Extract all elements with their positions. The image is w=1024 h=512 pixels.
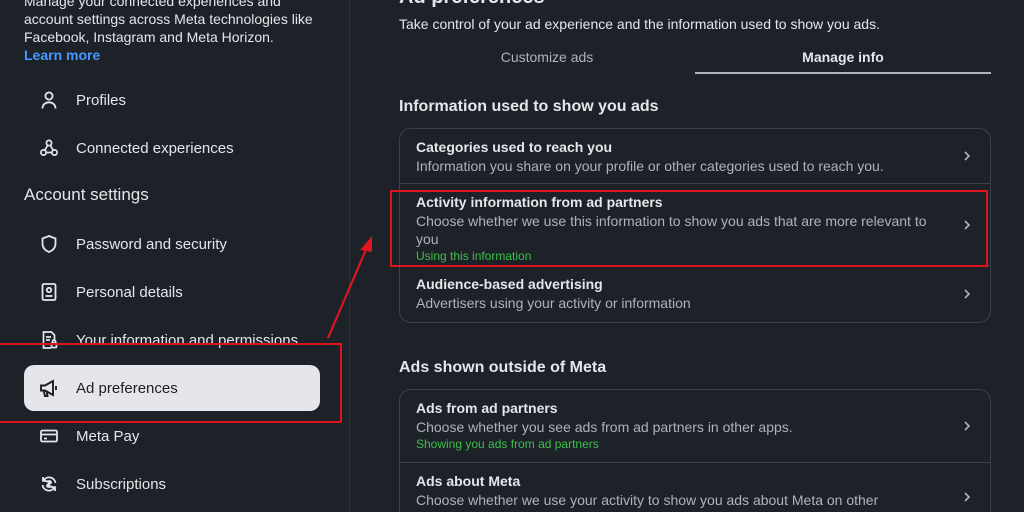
row-title: Audience-based advertising (416, 276, 603, 292)
sidebar-item-profiles[interactable]: Profiles (24, 77, 320, 123)
row-title: Ads about Meta (416, 473, 521, 489)
sidebar-intro: Manage your connected experiences and ac… (24, 0, 324, 64)
sidebar-item-label: Connected experiences (76, 139, 234, 157)
row-status: Using this information (416, 249, 532, 263)
row-description: Choose whether you see ads from ad partn… (416, 419, 793, 435)
chevron-right-icon (964, 421, 971, 431)
subscriptions-icon (36, 471, 62, 497)
list-item-categories[interactable]: Categories used to reach you Information… (400, 129, 990, 184)
list-item-audience-based-advertising[interactable]: Audience-based advertising Advertisers u… (400, 266, 990, 322)
ad-preferences-panel: Ad preferences Take control of your ad e… (350, 0, 1024, 512)
page-subtitle: Take control of your ad experience and t… (399, 16, 880, 32)
outside-meta-card: Ads from ad partners Choose whether you … (399, 389, 991, 512)
intro-text: Manage your connected experiences and ac… (24, 0, 313, 45)
chevron-right-icon (964, 491, 971, 502)
sidebar-item-meta-pay[interactable]: Meta Pay (24, 413, 320, 459)
sidebar-item-connected-experiences[interactable]: Connected experiences (24, 125, 320, 171)
sidebar-item-ad-preferences[interactable]: Ad preferences (24, 365, 320, 411)
information-card: Categories used to reach you Information… (399, 128, 991, 323)
page-title: Ad preferences (399, 0, 545, 9)
chevron-right-icon (964, 219, 971, 230)
row-title: Activity information from ad partners (416, 194, 663, 210)
tab-bar: Customize ads Manage info (399, 44, 991, 74)
tab-manage-info[interactable]: Manage info (695, 44, 991, 74)
sidebar-item-label: Meta Pay (76, 427, 140, 445)
chevron-right-icon (964, 289, 971, 299)
document-lock-icon (36, 327, 62, 353)
row-description: Choose whether we use your activity to s… (416, 492, 879, 508)
group-title-outside-meta: Ads shown outside of Meta (399, 359, 607, 376)
card-icon (36, 423, 62, 449)
list-item-activity-information[interactable]: Activity information from ad partners Ch… (400, 184, 990, 266)
sidebar-item-personal-details[interactable]: Personal details (24, 269, 320, 315)
megaphone-icon (36, 375, 62, 401)
sidebar-item-label: Subscriptions (76, 475, 167, 493)
sidebar-item-label: Your information and permissions (76, 331, 299, 349)
sidebar-item-password-security[interactable]: Password and security (24, 221, 320, 267)
sidebar-item-label: Profiles (76, 91, 127, 109)
sidebar-item-your-information[interactable]: Your information and permissions (24, 317, 320, 363)
chevron-right-icon (964, 151, 971, 161)
learn-more-link[interactable]: Learn more (24, 46, 324, 64)
row-title: Ads from ad partners (416, 400, 558, 416)
row-description: Advertisers using your activity or infor… (416, 295, 691, 311)
row-title: Categories used to reach you (416, 139, 613, 155)
row-description: Choose whether we use this information t… (416, 213, 927, 247)
sidebar-item-label: Password and security (76, 235, 227, 253)
sidebar-item-label: Ad preferences (76, 379, 178, 397)
tab-customize-ads[interactable]: Customize ads (399, 44, 695, 74)
row-status: Showing you ads from ad partners (416, 437, 599, 451)
sidebar-item-label: Personal details (76, 283, 183, 301)
account-settings-heading: Account settings (24, 185, 149, 204)
id-card-icon (36, 279, 62, 305)
group-title-information: Information used to show you ads (399, 98, 659, 115)
connected-icon (36, 135, 62, 161)
sidebar-item-subscriptions[interactable]: Subscriptions (24, 461, 320, 507)
list-item-ads-from-ad-partners[interactable]: Ads from ad partners Choose whether you … (400, 390, 990, 463)
list-item-ads-about-meta[interactable]: Ads about Meta Choose whether we use you… (400, 463, 990, 512)
person-icon (36, 87, 62, 113)
row-description: Information you share on your profile or… (416, 158, 884, 174)
settings-sidebar: Manage your connected experiences and ac… (0, 0, 350, 512)
shield-icon (36, 231, 62, 257)
